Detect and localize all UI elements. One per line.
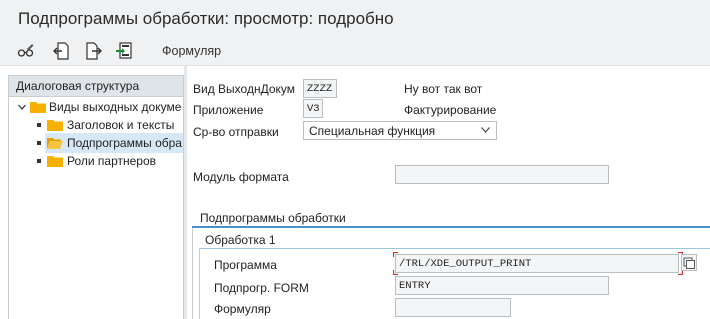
format-module-label: Модуль формата — [193, 170, 289, 184]
tree-header: Диалоговая структура — [9, 76, 183, 97]
bullet-icon — [37, 123, 41, 127]
tree-item-label: Заголовок и тексты — [67, 118, 175, 132]
processing-routines-group-title: Подпрограммы обработки — [200, 211, 346, 225]
tree-item-label: Роли партнеров — [67, 154, 157, 168]
tree-item-label: Подпрограммы обра — [67, 136, 182, 150]
chevron-down-icon — [481, 127, 490, 133]
previous-entry-icon[interactable] — [51, 40, 71, 62]
transmission-medium-value: Специальная функция — [309, 124, 436, 138]
page-title: Подпрограммы обработки: просмотр: подроб… — [18, 9, 394, 28]
open-folder-icon — [47, 138, 63, 149]
transmission-medium-select[interactable]: Специальная функция — [303, 121, 497, 140]
next-entry-icon[interactable] — [84, 40, 104, 62]
expand-arrow-icon[interactable] — [18, 103, 26, 111]
output-type-field[interactable]: ZZZZ — [303, 79, 337, 98]
format-module-field[interactable] — [395, 165, 609, 184]
transmission-medium-label: Ср-во отправки — [193, 125, 279, 139]
glasses-edit-icon[interactable] — [16, 40, 36, 62]
tree-item-processing-routines[interactable]: Подпрограммы обра — [45, 133, 183, 153]
bullet-icon — [37, 141, 41, 145]
application-toolbar: Формуляр — [0, 38, 710, 66]
transport-icon[interactable] — [114, 40, 134, 62]
form-routine-field[interactable]: ENTRY — [395, 276, 609, 295]
focus-corner-icon — [393, 270, 398, 275]
output-type-label: Вид ВыходнДокум — [193, 82, 296, 96]
output-type-description: Ну вот так вот — [404, 82, 483, 96]
dialog-structure-panel: Диалоговая структура Виды выходных докум… — [8, 75, 184, 319]
pane-splitter[interactable] — [184, 66, 187, 319]
tree-item-header-texts[interactable]: Заголовок и тексты — [9, 115, 183, 135]
formular-label: Формуляр — [214, 302, 271, 316]
formular-field[interactable] — [395, 298, 511, 317]
program-label: Программа — [214, 258, 277, 272]
folder-icon — [47, 120, 63, 131]
tree-item-output-types[interactable]: Виды выходных докуме — [9, 97, 183, 117]
formular-button[interactable]: Формуляр — [162, 44, 221, 58]
form-routine-label: Подпрогр. FORM — [214, 281, 309, 295]
focus-corner-icon — [393, 252, 398, 257]
tree-item-partner-roles[interactable]: Роли партнеров — [9, 151, 183, 171]
application-label: Приложение — [193, 103, 264, 117]
value-help-icon[interactable] — [681, 254, 697, 271]
application-description: Фактурирование — [404, 103, 497, 117]
bullet-icon — [37, 159, 41, 163]
processing-1-title: Обработка 1 — [205, 233, 276, 247]
folder-icon — [47, 156, 63, 167]
folder-icon — [30, 102, 46, 113]
title-bar: Подпрограммы обработки: просмотр: подроб… — [0, 0, 710, 38]
tree-item-label: Виды выходных докуме — [49, 100, 182, 114]
application-field[interactable]: V3 — [303, 99, 323, 118]
program-field[interactable]: /TRL/XDE_OUTPUT_PRINT — [395, 254, 679, 273]
